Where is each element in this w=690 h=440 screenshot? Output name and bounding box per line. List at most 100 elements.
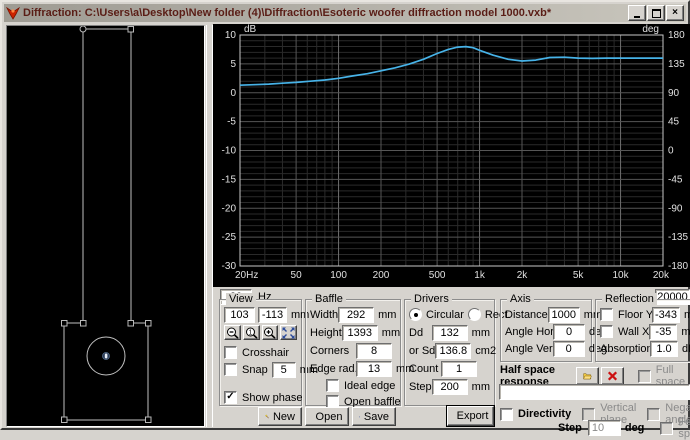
feed-speaker-label: Feed speaker	[678, 416, 690, 440]
zoom-fit-button[interactable]	[280, 325, 297, 340]
app-window: Diffraction: C:\Users\a\Desktop\New fold…	[0, 0, 690, 430]
angle-ver-input[interactable]	[553, 341, 585, 357]
wall-label: Wall X	[618, 326, 649, 338]
open-baffle-label: Open baffle	[344, 396, 401, 408]
step-unit: mm	[472, 381, 490, 393]
view-y-input[interactable]	[258, 307, 287, 323]
baffle-height-unit: mm	[382, 327, 400, 339]
svg-text:5k: 5k	[573, 270, 585, 281]
svg-text:-5: -5	[227, 117, 236, 128]
axis-group-title: Axis	[507, 293, 534, 305]
ideal-edge-checkbox[interactable]	[326, 379, 339, 392]
baffle-height-label: Height	[310, 327, 342, 339]
baffle-width-unit: mm	[378, 309, 396, 321]
dd-unit: mm	[472, 327, 490, 339]
app-icon	[6, 7, 20, 20]
dd-input[interactable]	[432, 325, 468, 341]
red-x-icon	[608, 370, 617, 382]
driver-center-dot	[105, 354, 108, 359]
svg-text:200: 200	[373, 270, 390, 281]
reflection-group: Reflection Floor Y mm Wall X mm Absorpti…	[595, 299, 690, 362]
zoom-out-button[interactable]	[224, 325, 241, 340]
angle-hor-input[interactable]	[553, 324, 585, 340]
drivers-group-title: Drivers	[411, 293, 452, 305]
load-response-button[interactable]	[576, 367, 599, 385]
reflection-group-title: Reflection	[602, 293, 657, 305]
full-space-checkbox[interactable]	[638, 370, 651, 383]
open-button[interactable]: Open	[305, 407, 349, 426]
view-group-title: View	[226, 293, 256, 305]
circular-radio[interactable]	[409, 308, 422, 321]
baffle-drawing-panel[interactable]	[6, 25, 205, 427]
export-button-label: Export	[457, 410, 489, 422]
step-input[interactable]	[432, 379, 468, 395]
axis-group: Axis Distance mm Angle Hor deg Angle Ver…	[500, 299, 592, 362]
svg-text:20k: 20k	[653, 270, 670, 281]
count-input[interactable]	[441, 361, 477, 377]
svg-text:500: 500	[429, 270, 446, 281]
panel-splitter[interactable]	[206, 25, 213, 427]
zoom-in-button[interactable]	[262, 325, 279, 340]
floppy-disk-icon	[359, 411, 360, 423]
crosshair-checkbox[interactable]	[224, 346, 237, 359]
directivity-checkbox[interactable]	[500, 408, 513, 421]
svg-text:dB: dB	[244, 24, 257, 35]
ideal-edge-label: Ideal edge	[344, 380, 395, 392]
baffle-group: Baffle Width mm Height mm Corners Edge r…	[305, 299, 401, 406]
new-button[interactable]: New	[258, 407, 302, 426]
snap-label: Snap	[242, 364, 268, 376]
svg-text:5: 5	[230, 59, 236, 70]
response-chart: -30-25-20-15-10-50510-180-135-90-4504590…	[213, 24, 690, 287]
directivity-step-row: Step deg Feed speaker	[558, 416, 690, 440]
close-button[interactable]: ×	[666, 5, 684, 21]
feed-speaker-checkbox[interactable]	[660, 422, 673, 435]
svg-text:-15: -15	[222, 174, 237, 185]
baffle-handles[interactable]	[62, 26, 152, 423]
absorption-input[interactable]	[650, 341, 678, 357]
open-button-label: Open	[316, 411, 343, 423]
export-button[interactable]: Export	[447, 406, 494, 426]
save-button[interactable]: Save	[352, 407, 396, 426]
show-phase-checkbox[interactable]	[224, 391, 237, 404]
baffle-height-input[interactable]	[342, 325, 378, 341]
new-button-label: New	[273, 411, 295, 423]
drivers-group: Drivers Circular Rect. Dd mm or Sd cm2 C…	[404, 299, 495, 406]
svg-text:-180: -180	[668, 261, 688, 272]
sd-unit: cm2	[475, 345, 496, 357]
distance-input[interactable]	[548, 307, 580, 323]
angle-ver-label: Angle Ver	[505, 343, 553, 355]
baffle-width-input[interactable]	[338, 307, 374, 323]
zoom-in-icon	[263, 327, 276, 339]
baffle-outline-drawing	[7, 26, 204, 426]
svg-text:-135: -135	[668, 232, 688, 243]
snap-checkbox[interactable]	[224, 363, 237, 376]
wall-checkbox[interactable]	[600, 325, 613, 338]
zoom-reset-button[interactable]: 1	[243, 325, 260, 340]
svg-text:10k: 10k	[612, 270, 629, 281]
svg-text:135: 135	[668, 59, 685, 70]
minimize-button[interactable]	[628, 5, 646, 21]
view-x-input[interactable]	[224, 307, 255, 323]
restore-button[interactable]	[647, 5, 665, 21]
rect-radio[interactable]	[468, 308, 481, 321]
step-label: Step	[409, 381, 432, 393]
baffle-edge-rad-input[interactable]	[356, 361, 392, 377]
svg-text:20Hz: 20Hz	[235, 270, 258, 281]
zoom-out-icon	[226, 327, 239, 339]
baffle-corners-input[interactable]	[356, 343, 392, 359]
floor-checkbox[interactable]	[600, 308, 613, 321]
save-button-label: Save	[364, 411, 389, 423]
svg-text:0: 0	[668, 146, 674, 157]
response-file-field[interactable]	[499, 384, 690, 400]
sd-input[interactable]	[435, 343, 471, 359]
floor-label: Floor Y	[618, 309, 652, 321]
sd-label: or Sd	[409, 345, 435, 357]
svg-text:2k: 2k	[517, 270, 529, 281]
clear-response-button[interactable]	[601, 367, 624, 385]
svg-text:90: 90	[668, 88, 680, 99]
directivity-step-input[interactable]	[588, 420, 621, 436]
floor-input[interactable]	[652, 307, 680, 323]
wall-input[interactable]	[649, 324, 677, 340]
snap-input[interactable]	[272, 362, 296, 378]
zoom-reset-icon: 1	[245, 327, 258, 339]
